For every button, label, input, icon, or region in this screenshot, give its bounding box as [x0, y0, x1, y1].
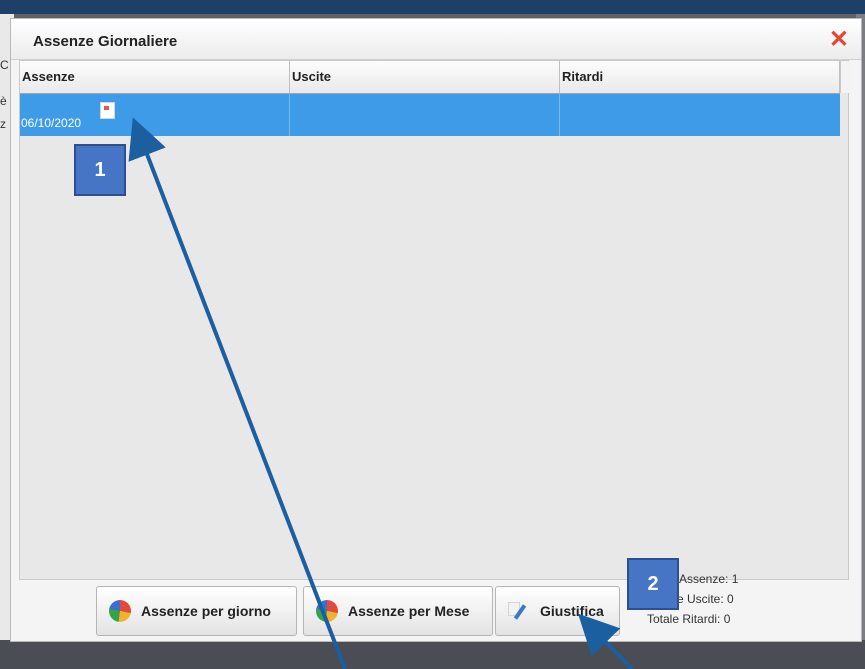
close-icon[interactable]: ✕	[829, 25, 849, 54]
total-ritardi: Totale Ritardi: 0	[647, 612, 731, 626]
assenze-per-mese-button[interactable]: Assenze per Mese	[303, 586, 493, 636]
document-icon[interactable]	[100, 102, 115, 119]
annotation-marker-2: 2	[627, 558, 679, 610]
scrollbar-header	[840, 61, 850, 93]
background-header-strip	[0, 0, 865, 14]
background-page-bottom	[0, 640, 865, 669]
background-text-fragment: z	[0, 117, 6, 131]
dialog-title: Assenze Giornaliere	[33, 33, 178, 50]
assenze-per-giorno-button[interactable]: Assenze per giorno	[96, 586, 297, 636]
background-text-fragment: è	[0, 94, 7, 108]
cell-assenze[interactable]: 06/10/2020	[20, 94, 290, 136]
absence-date: 06/10/2020	[21, 116, 82, 130]
column-header-uscite[interactable]: Uscite	[290, 61, 560, 93]
grid-header: Assenze Uscite Ritardi	[20, 61, 840, 94]
assenze-dialog: Assenze Giornaliere ✕ Assenze Uscite Rit…	[10, 18, 862, 642]
absences-grid: Assenze Uscite Ritardi 06/10/2020	[19, 60, 850, 580]
cell-ritardi	[560, 94, 840, 136]
button-label: Giustifica	[540, 603, 604, 619]
column-header-assenze[interactable]: Assenze	[20, 61, 290, 93]
background-text-fragment: C	[0, 58, 9, 72]
pie-chart-icon	[316, 600, 338, 622]
button-label: Assenze per Mese	[348, 603, 470, 619]
cell-uscite	[290, 94, 560, 136]
annotation-marker-1: 1	[74, 144, 126, 196]
dialog-titlebar: Assenze Giornaliere ✕	[11, 19, 861, 60]
justify-pencil-icon	[508, 600, 534, 622]
table-row[interactable]: 06/10/2020	[20, 94, 840, 136]
column-header-ritardi[interactable]: Ritardi	[560, 61, 840, 93]
pie-chart-icon	[109, 600, 131, 622]
button-label: Assenze per giorno	[141, 603, 271, 619]
giustifica-button[interactable]: Giustifica	[495, 586, 620, 636]
